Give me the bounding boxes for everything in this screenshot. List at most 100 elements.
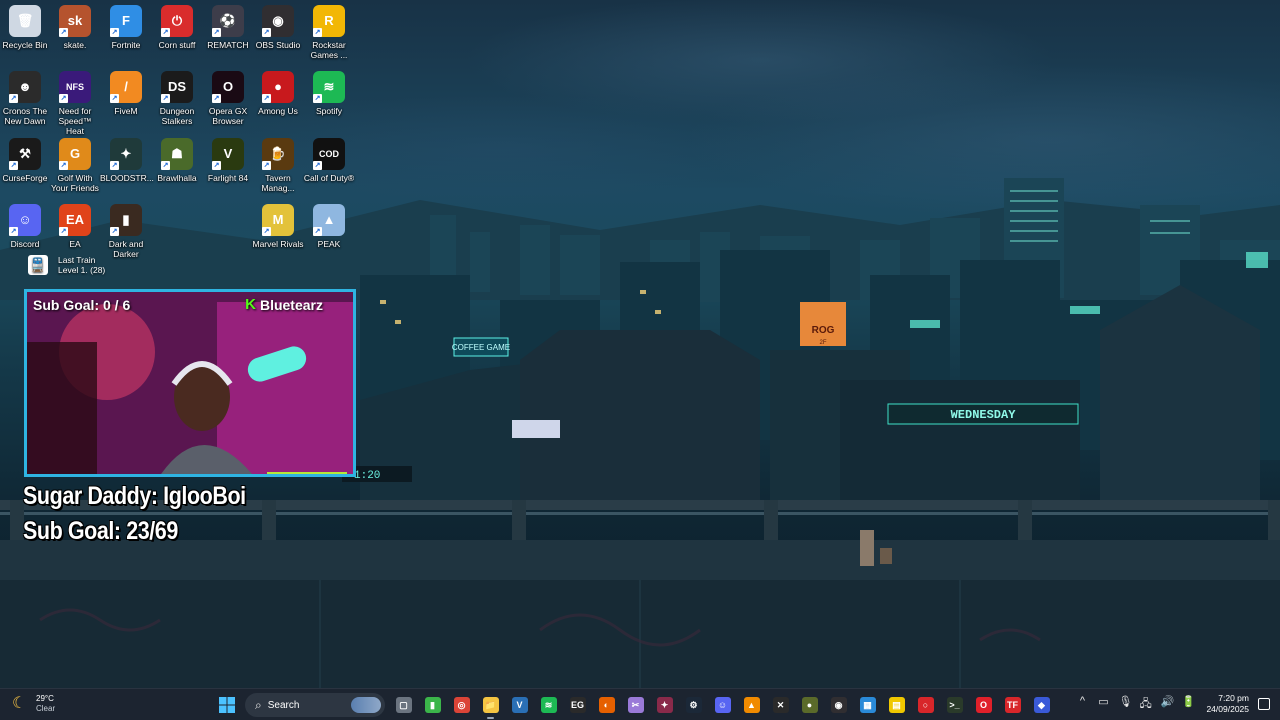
desktop-icon[interactable]: ☻ ↗ Cronos The New Dawn [0, 71, 51, 126]
desktop-icon[interactable]: ▲ ↗ PEAK [303, 204, 355, 249]
taskbar-app-terminal[interactable]: >_ [940, 693, 969, 717]
clock-date: 24/09/2025 [1206, 704, 1249, 714]
rematch-icon: ⚽ ↗ [212, 5, 244, 37]
desktop-icon-label: skate. [63, 40, 87, 50]
taskbar-search[interactable]: ⌕ Search [245, 693, 385, 717]
desktop-icon[interactable]: ☗ ↗ Brawlhalla [151, 138, 203, 183]
battery-icon[interactable]: 🔋 [1181, 695, 1195, 714]
desktop-icon[interactable]: ⚒ ↗ CurseForge [0, 138, 51, 183]
taskbar-app-app-green[interactable]: ▮ [418, 693, 447, 717]
opera-gx-icon: O ↗ [212, 71, 244, 103]
rockstar-icon: R ↗ [313, 5, 345, 37]
shortcut-arrow-icon: ↗ [161, 161, 170, 170]
peak-icon: ▲ ↗ [313, 204, 345, 236]
last-train-label: Last Train [58, 255, 96, 265]
microphone-icon[interactable]: 🎙 [1118, 695, 1132, 714]
desktop-icon-label: FiveM [114, 106, 138, 116]
bloodstrike-icon: ✦ ↗ [110, 138, 142, 170]
taskbar-app-app-pink[interactable]: ✦ [650, 693, 679, 717]
terminal-icon: >_ [946, 697, 963, 713]
desktop-icon[interactable]: ≋ ↗ Spotify [303, 71, 355, 116]
desktop-icon-label: Farlight 84 [207, 173, 249, 183]
taskbar-app-photos[interactable]: ▦ [853, 693, 882, 717]
search-label: Search [267, 699, 300, 711]
curseforge-icon: ⚒ ↗ [9, 138, 41, 170]
desktop-icon[interactable]: EA ↗ EA [49, 204, 101, 249]
train-icon: 🚆 [28, 255, 48, 275]
desktop-icon[interactable]: sk ↗ skate. [49, 5, 101, 50]
taskbar-app-capcut[interactable]: ✕ [766, 693, 795, 717]
tray-icons: ^ ▭ 🎙 🖧 🔊 🔋 [1076, 695, 1195, 714]
taskbar-app-opera-gx[interactable]: O [969, 693, 998, 717]
desktop-icon-label: REMATCH [207, 40, 249, 50]
desktop-icon[interactable]: DS ↗ Dungeon Stalkers [151, 71, 203, 126]
desktop-icon[interactable]: R ↗ Rockstar Games ... [303, 5, 355, 60]
taskbar-app-discord[interactable]: ☺ [708, 693, 737, 717]
taskbar-app-task-view[interactable]: ▢ [389, 693, 418, 717]
desktop-icon[interactable]: ⚽ ↗ REMATCH [202, 5, 254, 50]
taskbar-app-vlc[interactable]: ▲ [737, 693, 766, 717]
taskbar-app-firefox[interactable]: ◐ [592, 693, 621, 717]
shortcut-arrow-icon: ↗ [313, 28, 322, 37]
desktop-icon-label: Cronos The New Dawn [2, 106, 48, 126]
desktop-icon[interactable]: 🗑 Recycle Bin [0, 5, 51, 50]
taskbar-app-app-red[interactable]: ○ [911, 693, 940, 717]
coffee-game-sign: COFFEE GAME [452, 343, 510, 352]
app-tf-icon: TF [1004, 697, 1021, 713]
desktop-icon[interactable]: ● ↗ Among Us [252, 71, 304, 116]
desktop-icon[interactable]: ⏻ ↗ Corn stuff [151, 5, 203, 50]
app-red-icon: ○ [917, 697, 934, 713]
shortcut-arrow-icon: ↗ [262, 28, 271, 37]
desktop-icon[interactable]: NFS ↗ Need for Speed™ Heat [49, 71, 101, 136]
desktop-icon[interactable]: V ↗ Farlight 84 [202, 138, 254, 183]
volume-icon[interactable]: 🔊 [1160, 695, 1174, 714]
desktop-icon[interactable]: ✦ ↗ BLOODSTR... [100, 138, 154, 183]
desktop-icon[interactable]: ☺ ↗ Discord [0, 204, 51, 249]
taskbar-app-steam[interactable]: ⚙ [679, 693, 708, 717]
desktop-icon[interactable]: ◉ ↗ OBS Studio [252, 5, 304, 50]
shortcut-arrow-icon: ↗ [110, 94, 119, 103]
desktop-icon[interactable]: M ↗ Marvel Rivals [252, 204, 304, 249]
taskbar-app-spotify[interactable]: ≋ [534, 693, 563, 717]
weather-widget[interactable]: ☾ 29°C Clear [12, 694, 55, 714]
chrome-icon: ◎ [453, 697, 470, 713]
notification-icon[interactable] [1258, 698, 1270, 710]
taskbar-app-obs[interactable]: ◉ [824, 693, 853, 717]
task-view-icon: ▢ [395, 697, 412, 713]
tablet-icon[interactable]: ▭ [1097, 695, 1109, 714]
shortcut-arrow-icon: ↗ [212, 94, 221, 103]
desktop-icon-label: Opera GX Browser [208, 106, 248, 126]
desktop-icon[interactable]: / ↗ FiveM [100, 71, 152, 116]
taskbar-app-app-blue[interactable]: ◆ [1027, 693, 1056, 717]
taskbar-app-snip[interactable]: ✂ [621, 693, 650, 717]
start-button[interactable] [212, 693, 241, 717]
desktop-icon-last-train[interactable]: 🚆 Last Train Level 1. (28) [28, 255, 105, 275]
spotify-icon: ≋ ↗ [313, 71, 345, 103]
taskbar-app-app-tf[interactable]: TF [998, 693, 1027, 717]
sugar-daddy-text: Sugar Daddy: IglooBoi [23, 482, 246, 510]
chevron-up-icon[interactable]: ^ [1076, 695, 1088, 714]
taskbar-app-vs[interactable]: V [505, 693, 534, 717]
desktop-icon-label: EA [69, 239, 81, 249]
desktop-icon[interactable]: O ↗ Opera GX Browser [202, 71, 254, 126]
taskbar-app-file-explorer[interactable]: 📁 [476, 693, 505, 719]
taskbar-app-app-olive[interactable]: ● [795, 693, 824, 717]
desktop-icon[interactable]: G ↗ Golf With Your Friends [49, 138, 101, 193]
network-icon[interactable]: 🖧 [1139, 695, 1151, 714]
desktop-icon[interactable]: ▮ ↗ Dark and Darker [100, 204, 152, 259]
epic-icon: EG [569, 697, 586, 713]
desktop-icon[interactable]: COD ↗ Call of Duty® [303, 138, 355, 183]
desktop-icon-label: Fortnite [111, 40, 141, 50]
cam-sub-goal: Sub Goal: 0 / 6 [33, 297, 131, 313]
taskbar-app-chrome[interactable]: ◎ [447, 693, 476, 717]
last-train-sublabel: Level 1. (28) [58, 265, 106, 275]
shortcut-arrow-icon: ↗ [262, 94, 271, 103]
taskbar-app-sticky-notes[interactable]: ▤ [882, 693, 911, 717]
shortcut-arrow-icon: ↗ [313, 94, 322, 103]
system-tray: ^ ▭ 🎙 🖧 🔊 🔋 7:20 pm 24/09/2025 [1076, 693, 1270, 715]
desktop-icon-label: Spotify [316, 106, 342, 116]
clock[interactable]: 7:20 pm 24/09/2025 [1206, 693, 1249, 715]
taskbar-app-epic[interactable]: EG [563, 693, 592, 717]
desktop-icon[interactable]: F ↗ Fortnite [100, 5, 152, 50]
desktop-icon[interactable]: 🍺 ↗ Tavern Manag... [252, 138, 304, 193]
